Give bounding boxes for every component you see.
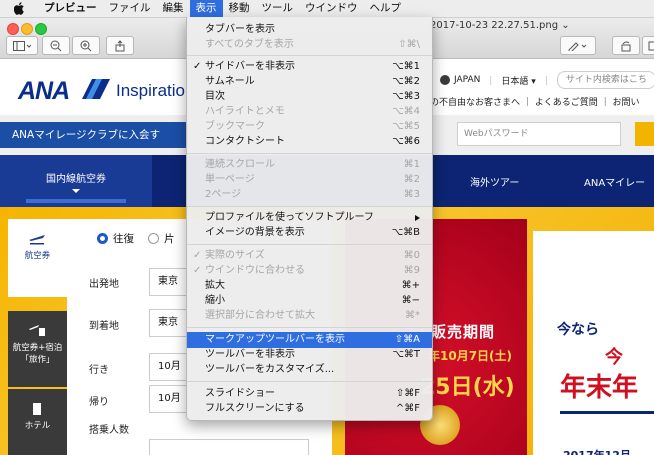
menu-help[interactable]: ヘルプ <box>364 0 408 17</box>
menu-item-show-tab-bar[interactable]: タブバーを表示 <box>187 22 432 38</box>
menu-item-single-page: 単一ページ ⌘2 <box>205 174 420 185</box>
apple-icon[interactable] <box>12 2 26 16</box>
passengers-label: 搭乗人数 <box>89 425 129 436</box>
from-label: 出発地 <box>89 279 119 290</box>
share-button[interactable] <box>106 36 134 55</box>
menu-item-continuous-scroll: 連続スクロール ⌘1 <box>205 159 420 170</box>
trip-type-group: 往復 片 <box>97 231 175 246</box>
menu-tools[interactable]: ツール <box>256 0 300 17</box>
to-label: 到着地 <box>89 321 119 332</box>
sidebar-toggle-button[interactable] <box>6 36 38 55</box>
window-title: 2017-10-23 22.27.51.png ⌄ <box>430 20 570 31</box>
menu-item-soft-proof[interactable]: プロファイルを使ってソフトプルーフ <box>187 210 432 226</box>
menu-item-customize-toolbar[interactable]: ツールバーをカスタマイズ... <box>187 362 432 378</box>
menu-item-show-all-tabs: すべてのタブを表示 ⇧⌘\ <box>205 39 420 50</box>
menu-item-thumbnails[interactable]: サムネール ⌥⌘2 <box>187 74 432 90</box>
zoom-out-button[interactable] <box>42 36 70 55</box>
year-end-banner-date: 2017年12月 <box>563 447 631 455</box>
ana-logo[interactable]: ANA <box>18 77 70 106</box>
close-window-button[interactable] <box>7 23 19 35</box>
menu-go[interactable]: 移動 <box>223 0 256 17</box>
pen-icon <box>568 41 587 51</box>
rotate-button[interactable] <box>612 36 640 55</box>
zoom-window-button[interactable] <box>35 23 47 35</box>
menu-edit[interactable]: 編集 <box>157 0 190 17</box>
year-end-banner-line3: 年末年 <box>560 373 639 403</box>
brand-tagline: Inspiratio <box>116 81 185 100</box>
rotate-icon <box>621 41 631 51</box>
depart-label: 行き <box>89 365 109 376</box>
menu-item-enter-fullscreen[interactable]: フルスクリーンにする ^⌘F <box>187 401 432 417</box>
menu-item-bookmarks: ブックマーク ⌥⌘5 <box>205 121 420 132</box>
return-label: 帰り <box>89 397 109 408</box>
airplane-icon <box>29 235 45 245</box>
menu-item-fit-window: ✓ ウインドウに合わせる ⌘9 <box>187 263 432 279</box>
checkmark-icon: ✓ <box>193 61 202 72</box>
tab-air-ticket[interactable]: 航空券 <box>8 219 67 297</box>
menu-item-highlights-notes: ハイライトとメモ ⌥⌘4 <box>205 106 420 117</box>
menu-item-show-image-background[interactable]: イメージの背景を表示 ⌥⌘B <box>187 225 432 241</box>
amc-signup-button[interactable]: ANAマイレージクラブに入会す <box>0 122 188 148</box>
roundtrip-radio[interactable] <box>97 233 108 244</box>
menu-item-hide-sidebar[interactable]: ✓ サイドバーを非表示 ⌥⌘1 <box>187 59 432 75</box>
checkmark-icon: ✓ <box>193 250 202 261</box>
booking-category-tabs: 航空券 航空券+宿泊「旅作」 ホテル <box>0 207 67 455</box>
menu-item-table-of-contents[interactable]: 目次 ⌥⌘3 <box>187 89 432 105</box>
menu-item-slideshow[interactable]: スライドショー ⇧⌘F <box>187 386 432 402</box>
language-select[interactable]: 日本語 ▾ <box>501 74 535 87</box>
menu-item-zoom-out[interactable]: 縮小 ⌘− <box>187 293 432 309</box>
chevron-down-icon <box>72 188 80 193</box>
nav-overseas-tours[interactable]: 海外ツアー <box>470 155 519 207</box>
submenu-arrow-icon <box>415 215 420 221</box>
plane-hotel-icon <box>29 325 45 336</box>
toolbox-icon <box>648 41 654 50</box>
sidebar-icon <box>13 40 31 51</box>
hotel-icon <box>33 403 41 415</box>
oneway-radio[interactable] <box>148 233 159 244</box>
menu-item-contact-sheet[interactable]: コンタクトシート ⌥⌘6 <box>187 134 432 150</box>
share-icon <box>115 39 125 51</box>
menu-view[interactable]: 表示 <box>189 0 223 17</box>
tab-air-hotel-package[interactable]: 航空券+宿泊「旅作」 <box>8 311 67 387</box>
menu-item-hide-toolbar[interactable]: ツールバーを非表示 ⌥⌘T <box>187 347 432 363</box>
menu-item-actual-size: ✓ 実際のサイズ ⌘0 <box>187 248 432 264</box>
nav-domestic-tickets[interactable]: 国内線航空券 <box>0 155 152 207</box>
markup-toolbar-button[interactable] <box>642 36 654 55</box>
menu-item-zoom-in[interactable]: 拡大 ⌘+ <box>187 278 432 294</box>
year-end-banner-line2: 今 <box>605 347 623 368</box>
ana-logo-mark <box>82 79 110 99</box>
menu-file[interactable]: ファイル <box>103 0 157 17</box>
globe-icon <box>440 75 450 85</box>
web-password-input[interactable]: Webパスワード <box>457 122 621 146</box>
site-search-input[interactable]: サイト内検索はこち <box>556 71 654 89</box>
menu-app-preview[interactable]: プレビュー <box>38 0 103 17</box>
markup-pen-button[interactable] <box>560 36 596 55</box>
minimize-window-button[interactable] <box>21 23 33 35</box>
menubar: プレビュー ファイル 編集 表示 移動 ツール ウインドウ ヘルプ <box>0 0 654 18</box>
passengers-field[interactable] <box>149 439 309 455</box>
utility-bar: JAPAN ｜ 日本語 ▾ ｜ サイト内検索はこち <box>440 71 654 89</box>
menu-item-show-markup-toolbar[interactable]: マークアップツールバーを表示 ⇧⌘A <box>187 332 432 348</box>
menu-item-two-pages: 2ページ ⌘3 <box>205 189 420 200</box>
login-button[interactable] <box>635 122 654 146</box>
year-end-banner[interactable] <box>533 231 654 455</box>
zoom-in-button[interactable] <box>72 36 100 55</box>
region-link[interactable]: JAPAN <box>454 75 480 85</box>
zoom-out-icon <box>50 40 62 51</box>
tab-hotel[interactable]: ホテル <box>8 389 67 455</box>
menu-item-zoom-to-selection: 選択部分に合わせて拡大 ⌘* <box>205 310 420 321</box>
sale-end-date: 25日(水) <box>420 375 515 400</box>
header-links[interactable]: の不自由なお客さまへ ｜ よくあるご質問 ｜ お問い <box>430 95 639 108</box>
menu-window[interactable]: ウインドウ <box>299 0 364 17</box>
year-end-banner-line1: 今なら <box>557 322 599 338</box>
checkmark-icon: ✓ <box>193 265 202 276</box>
sale-start-date: 年10月7日(土) <box>428 349 513 363</box>
nav-ana-mileage[interactable]: ANAマイレー <box>584 155 645 207</box>
zoom-in-icon <box>80 40 92 51</box>
view-menu-dropdown: タブバーを表示 すべてのタブを表示 ⇧⌘\ ✓ サイドバーを非表示 ⌥⌘1 サムネール… <box>186 17 433 421</box>
